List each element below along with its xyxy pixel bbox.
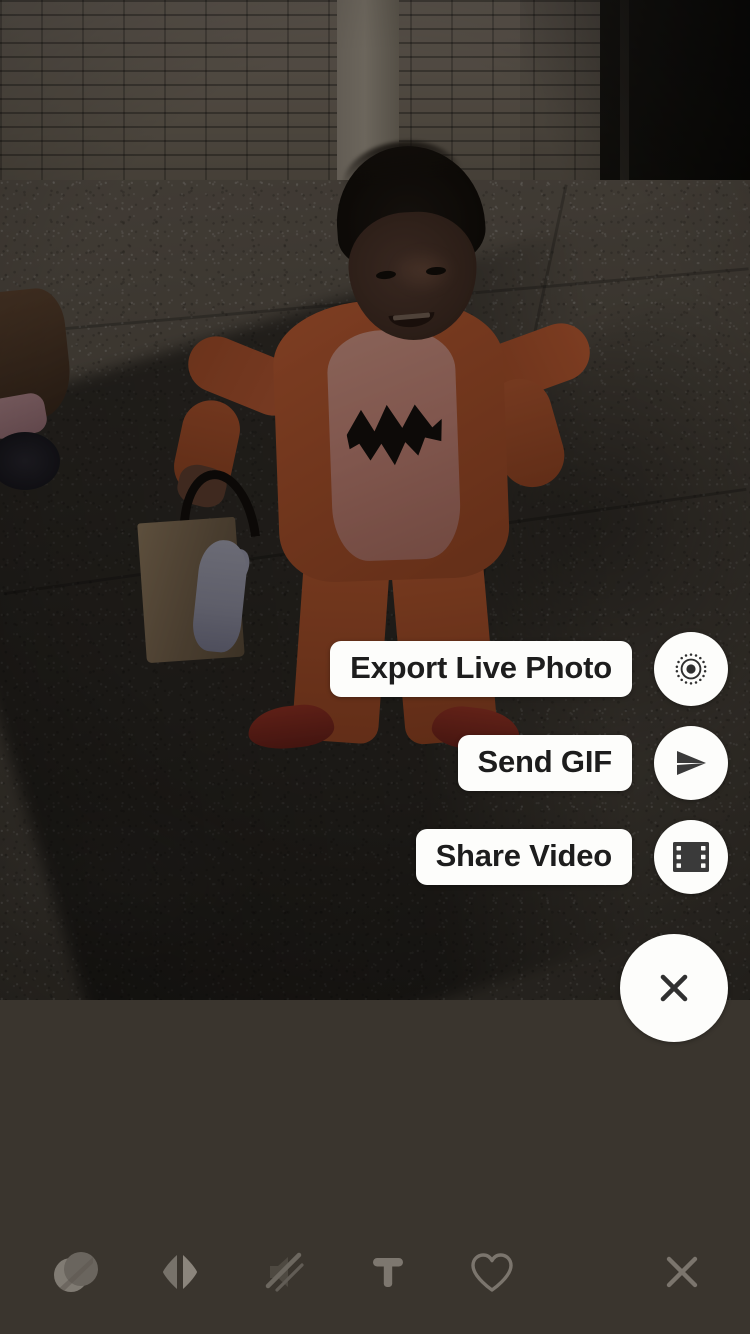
toolbar-item-favorite[interactable] [440, 1210, 544, 1334]
mirror-icon [163, 1255, 197, 1289]
app-root: Export Live Photo Send GIF Share Video [0, 0, 750, 1334]
action-sheet: Export Live Photo Send GIF Share Video [328, 632, 728, 1042]
export-live-photo-label[interactable]: Export Live Photo [330, 641, 632, 697]
send-icon [670, 742, 712, 784]
share-video-button[interactable] [654, 820, 728, 894]
mute-icon [265, 1252, 304, 1292]
close-action-sheet-button[interactable] [620, 934, 728, 1042]
toolbar-item-mirror[interactable] [128, 1210, 232, 1334]
toolbar-item-text[interactable] [336, 1210, 440, 1334]
close-x-icon [666, 1256, 698, 1288]
toolbar-item-filters[interactable] [24, 1210, 128, 1334]
toolbar-item-close[interactable] [630, 1210, 734, 1334]
film-strip-icon [672, 841, 710, 873]
heart-icon [471, 1253, 513, 1292]
action-row-share-video[interactable]: Share Video [328, 820, 728, 894]
editor-toolbar [0, 1210, 750, 1334]
send-gif-button[interactable] [654, 726, 728, 800]
filter-icon [48, 1244, 104, 1300]
action-row-export-live-photo[interactable]: Export Live Photo [328, 632, 728, 706]
child-shoe-left [246, 701, 336, 753]
text-icon [373, 1258, 403, 1287]
export-live-photo-button[interactable] [654, 632, 728, 706]
live-photo-icon [671, 649, 711, 689]
close-icon [650, 964, 698, 1012]
action-row-send-gif[interactable]: Send GIF [328, 726, 728, 800]
toolbar-item-mute[interactable] [232, 1210, 336, 1334]
share-video-label[interactable]: Share Video [415, 829, 632, 885]
send-gif-label[interactable]: Send GIF [457, 735, 632, 791]
action-row-close[interactable] [328, 934, 728, 1042]
